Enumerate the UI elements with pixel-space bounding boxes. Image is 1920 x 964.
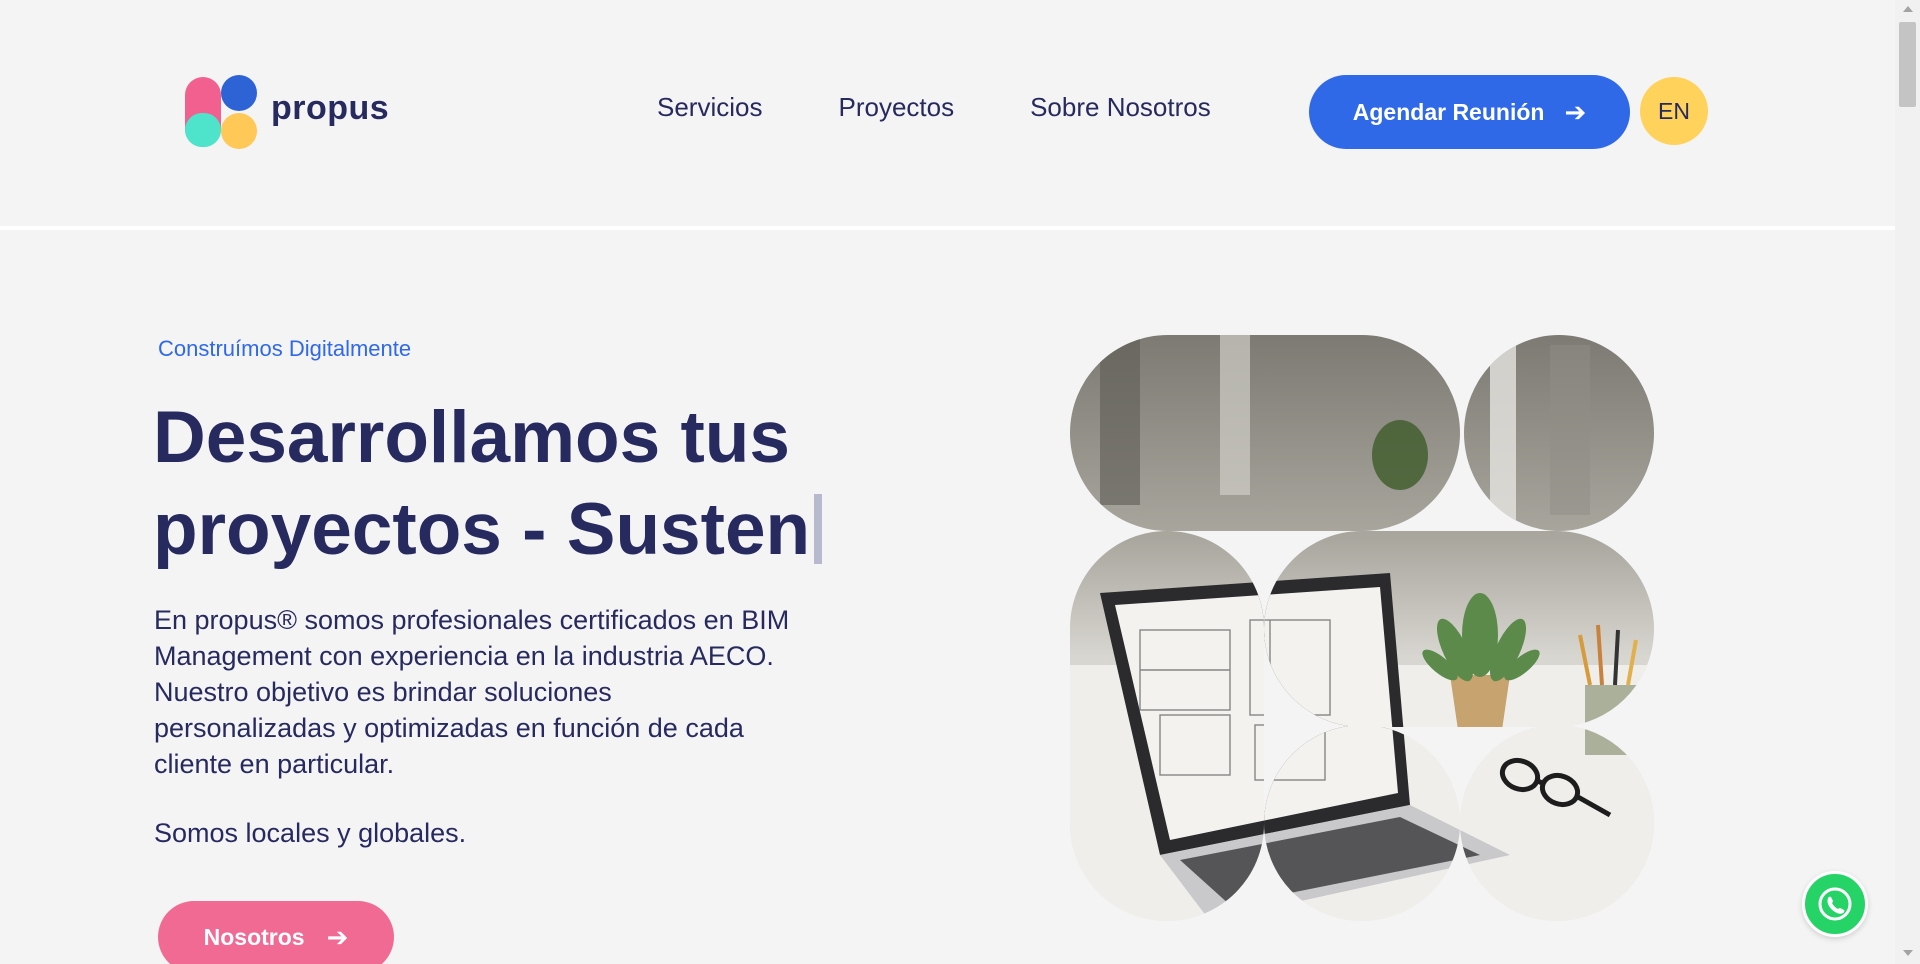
- whatsapp-button[interactable]: [1802, 871, 1868, 937]
- nav-sobre-nosotros[interactable]: Sobre Nosotros: [1030, 92, 1211, 123]
- cta-label: Agendar Reunión: [1352, 98, 1545, 125]
- nosotros-button[interactable]: Nosotros ➔: [158, 901, 394, 964]
- hero-description: En propus® somos profesionales certifica…: [154, 605, 790, 779]
- arrow-right-icon: ➔: [1564, 96, 1587, 127]
- language-toggle[interactable]: EN: [1640, 77, 1708, 145]
- site-header: propus Servicios Proyectos Sobre Nosotro…: [0, 0, 1895, 227]
- whatsapp-icon: [1818, 887, 1852, 921]
- hero-headline: Desarrollamos tus proyectos - Susten: [153, 392, 853, 576]
- main-nav: Servicios Proyectos Sobre Nosotros: [657, 92, 1287, 123]
- scrollbar-thumb[interactable]: [1899, 22, 1916, 107]
- arrow-right-icon: ➔: [326, 921, 349, 952]
- nosotros-label: Nosotros: [203, 923, 305, 950]
- typing-caret: [814, 494, 823, 564]
- nav-servicios[interactable]: Servicios: [657, 92, 762, 123]
- header-divider: [0, 226, 1895, 230]
- headline-line-2: proyectos - Susten: [153, 489, 811, 570]
- page-scrollbar[interactable]: [1895, 0, 1920, 964]
- hero-eyebrow: Construímos Digitalmente: [158, 336, 412, 361]
- scroll-up-arrow-icon[interactable]: [1903, 6, 1913, 12]
- nav-proyectos[interactable]: Proyectos: [838, 92, 954, 123]
- agendar-reunion-button[interactable]: Agendar Reunión ➔: [1309, 75, 1630, 149]
- hero-tagline: Somos locales y globales.: [154, 818, 467, 848]
- hero-image-mosaic: [1070, 335, 1654, 921]
- logo-text: propus: [271, 88, 390, 127]
- logo-mark: [185, 75, 257, 149]
- scroll-down-arrow-icon[interactable]: [1903, 950, 1913, 956]
- headline-line-1: Desarrollamos tus: [153, 397, 790, 478]
- logo[interactable]: propus: [185, 74, 389, 150]
